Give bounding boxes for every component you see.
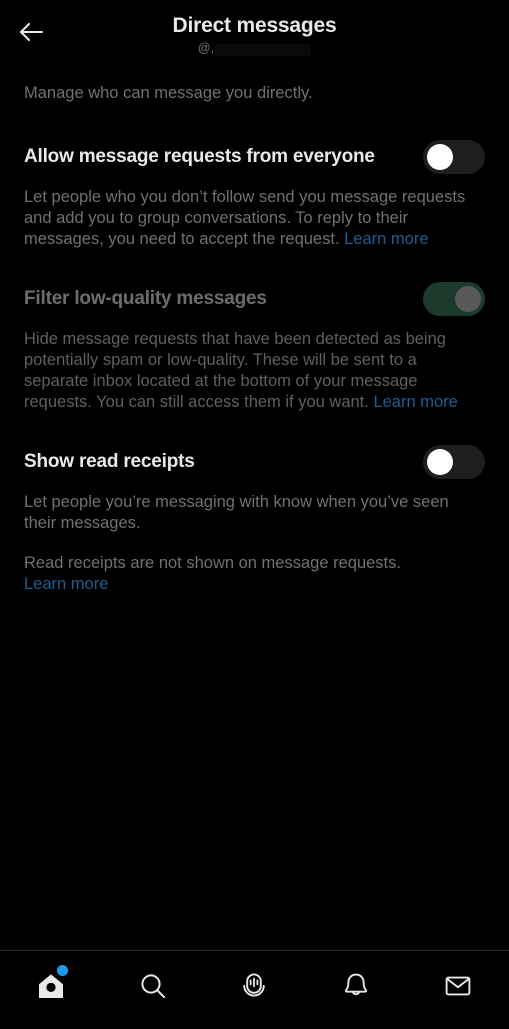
setting-note: Read receipts are not shown on message r… <box>24 553 485 595</box>
nav-item-messages[interactable] <box>427 963 489 1009</box>
intro-text: Manage who can message you directly. <box>24 84 313 102</box>
learn-more-link[interactable]: Learn more <box>373 393 457 411</box>
learn-more-link[interactable]: Learn more <box>344 230 428 248</box>
bottom-navigation-bar <box>0 950 509 1029</box>
toggle-knob <box>455 286 481 312</box>
app-header: Direct messages @, <box>0 0 509 62</box>
setting-row: Show read receipts <box>24 443 485 481</box>
home-badge-dot <box>56 965 68 976</box>
direct-messages-settings-screen: Direct messages @, Manage who can messag… <box>0 0 509 1029</box>
nav-item-notifications[interactable] <box>325 963 387 1009</box>
setting-show-read-receipts: Show read receipts Let people you’re mes… <box>24 413 485 595</box>
setting-row: Allow message requests from everyone <box>24 138 485 176</box>
setting-title: Filter low-quality messages <box>24 288 267 309</box>
setting-description: Hide message requests that have been det… <box>24 329 485 413</box>
setting-allow-message-requests: Allow message requests from everyone Let… <box>24 104 485 250</box>
show-read-receipts-toggle[interactable] <box>423 445 485 479</box>
setting-title: Show read receipts <box>24 451 195 472</box>
setting-filter-low-quality: Filter low-quality messages Hide message… <box>24 250 485 413</box>
microphone-icon <box>243 973 266 997</box>
setting-description: Let people you’re messaging with know wh… <box>24 493 449 532</box>
settings-content: Manage who can message you directly. All… <box>0 62 509 950</box>
setting-note-text: Read receipts are not shown on message r… <box>24 554 401 572</box>
account-handle: @, <box>197 40 312 56</box>
search-icon <box>141 974 165 998</box>
bell-icon <box>345 973 368 996</box>
setting-title: Allow message requests from everyone <box>24 146 375 167</box>
page-title: Direct messages <box>172 14 337 37</box>
header-title-group: Direct messages @, <box>0 13 509 56</box>
setting-description: Let people who you don’t follow send you… <box>24 187 485 250</box>
filter-low-quality-toggle[interactable] <box>423 282 485 316</box>
nav-item-home[interactable] <box>20 963 82 1009</box>
setting-row: Filter low-quality messages <box>24 280 485 318</box>
learn-more-link[interactable]: Learn more <box>24 574 108 595</box>
account-handle-redacted <box>215 44 312 56</box>
toggle-knob <box>427 144 453 170</box>
nav-item-spaces[interactable] <box>223 963 285 1009</box>
toggle-knob <box>427 449 453 475</box>
allow-message-requests-toggle[interactable] <box>423 140 485 174</box>
envelope-icon <box>445 976 471 996</box>
account-handle-prefix: @, <box>197 41 215 55</box>
nav-item-search[interactable] <box>122 963 184 1009</box>
